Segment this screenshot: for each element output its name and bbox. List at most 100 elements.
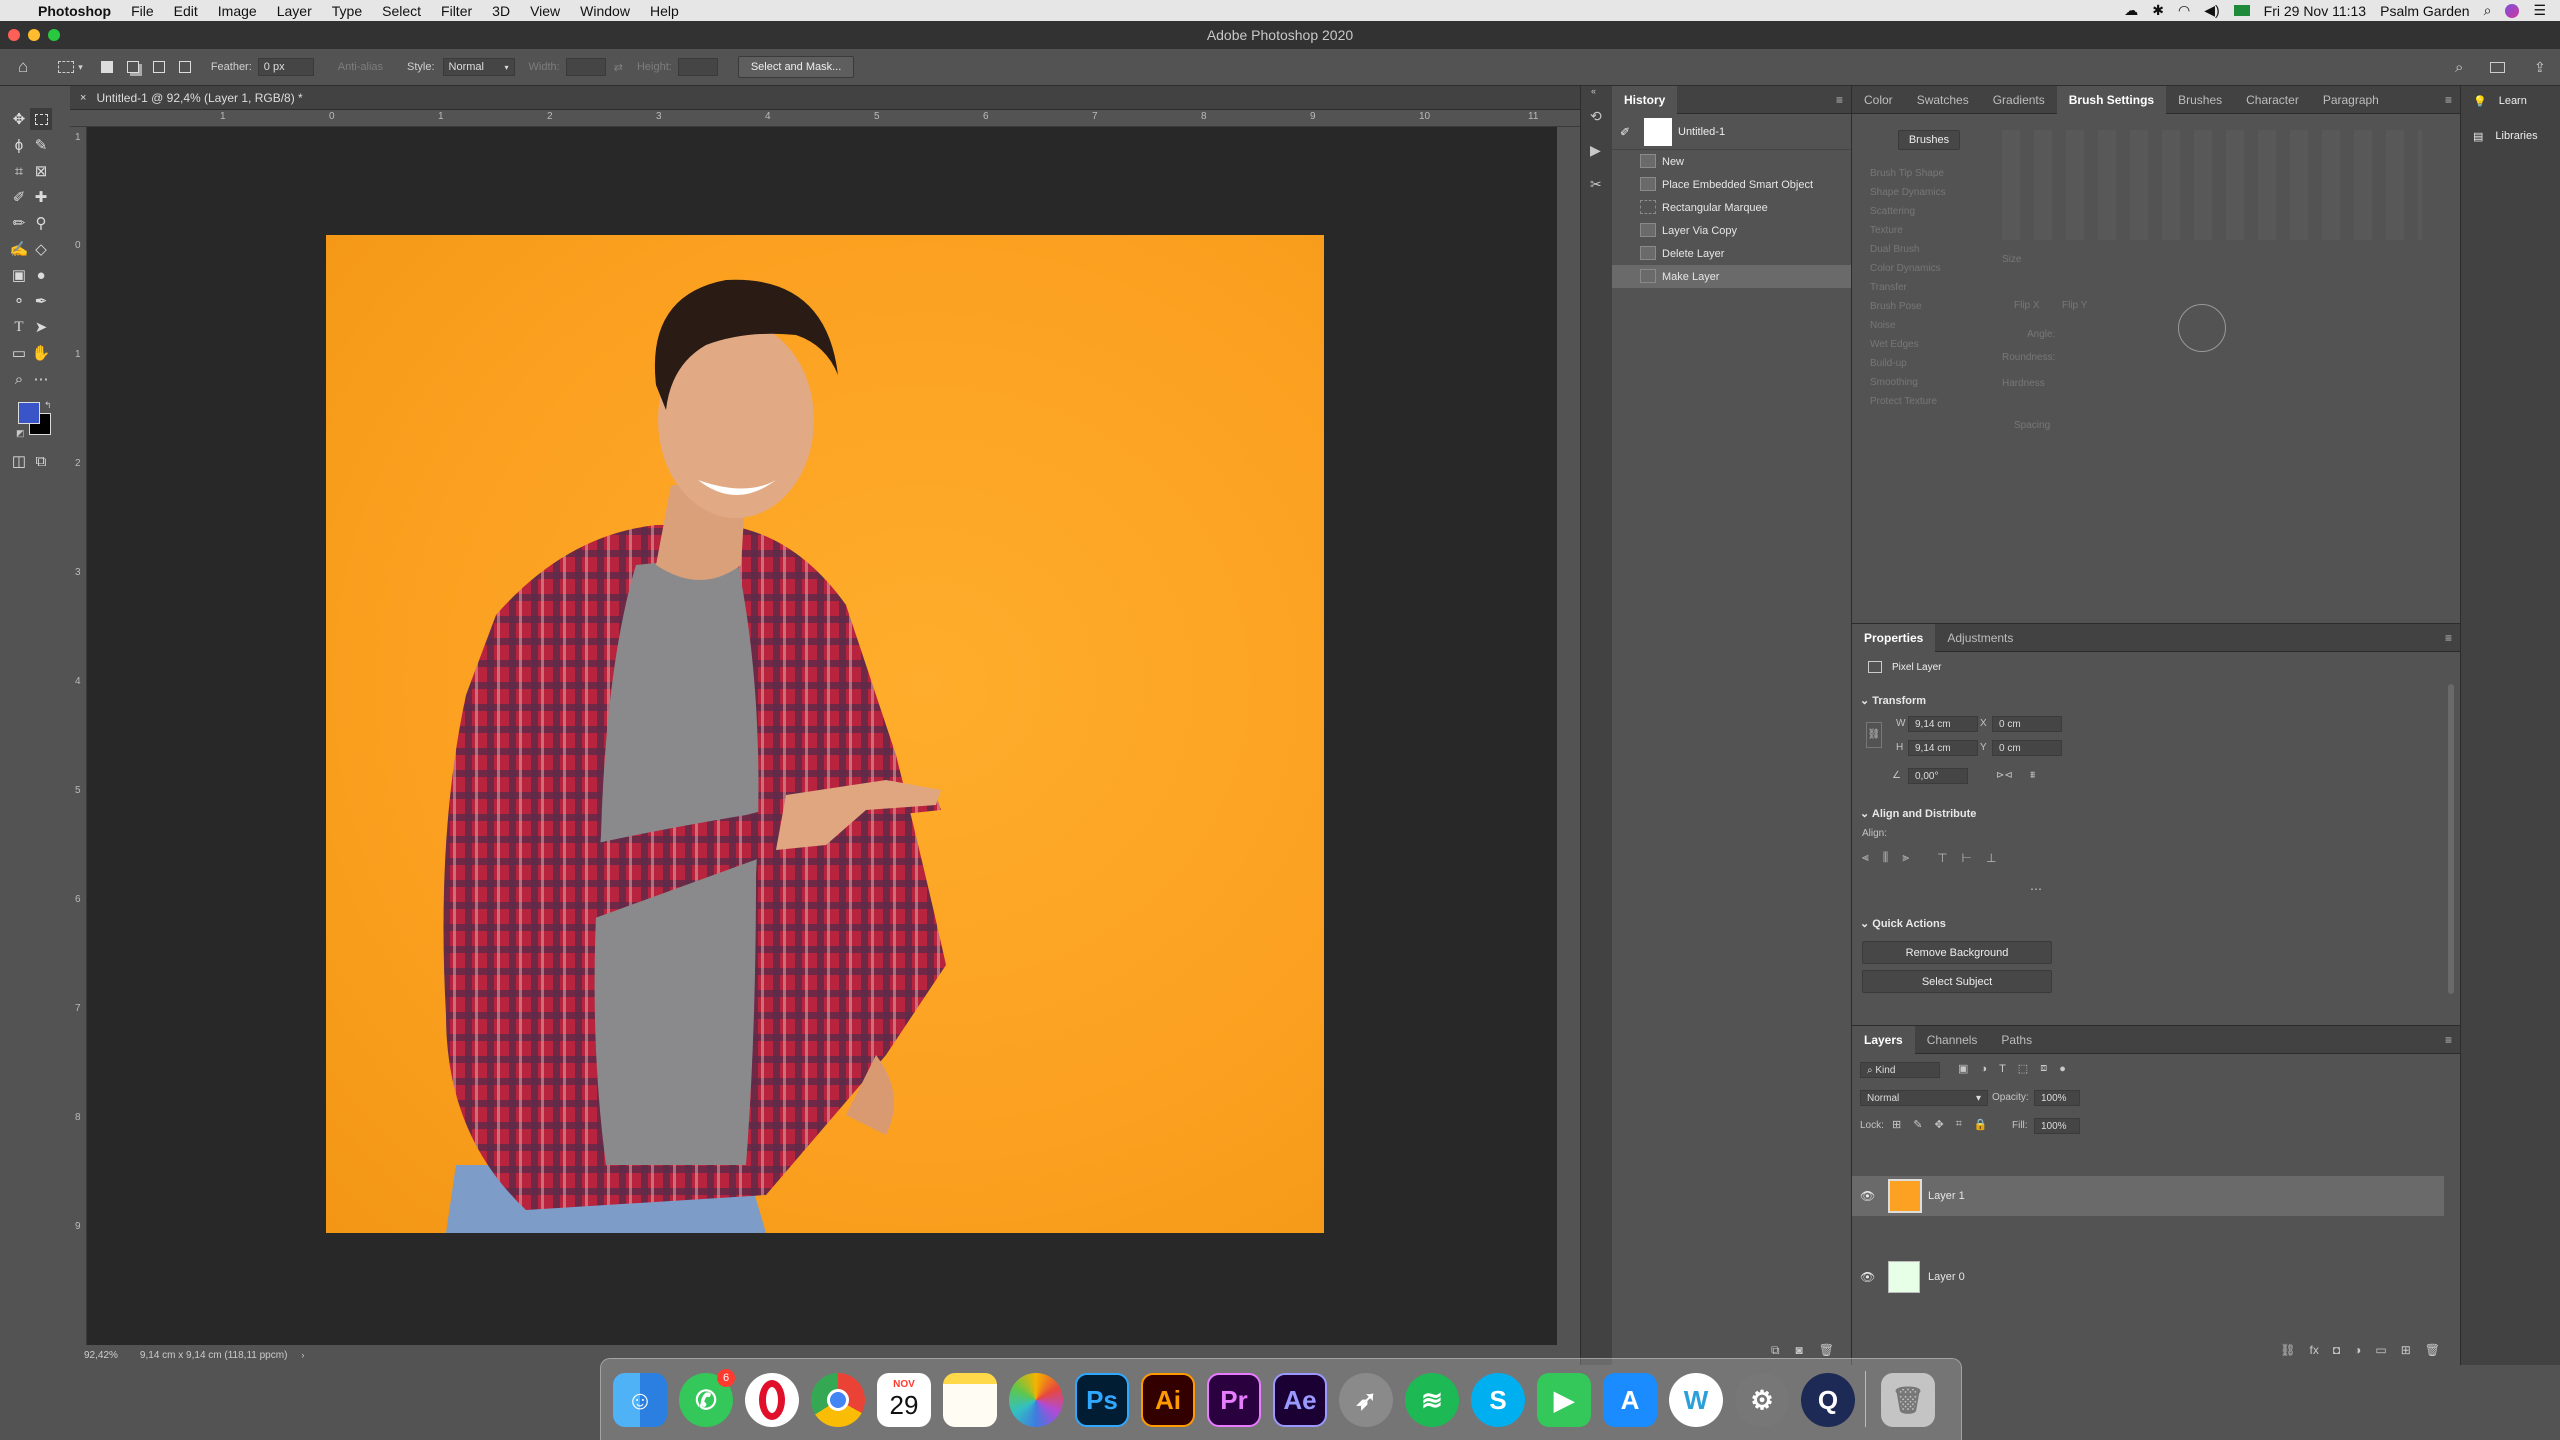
brush-tool-icon[interactable]: ✏ xyxy=(8,212,30,234)
document-canvas[interactable] xyxy=(326,235,1324,1233)
subtract-selection-icon[interactable] xyxy=(152,61,165,73)
default-colors-icon[interactable]: ◩ xyxy=(16,428,25,439)
select-subject-button[interactable]: Select Subject xyxy=(1862,970,2052,993)
history-item[interactable]: Layer Via Copy xyxy=(1612,219,1851,242)
lock-position-icon[interactable]: ✥ xyxy=(1934,1118,1943,1131)
brush-option[interactable]: Transfer xyxy=(1870,278,2050,297)
history-snapshot[interactable]: ✐ Untitled-1 xyxy=(1612,114,1851,150)
remove-background-button[interactable]: Remove Background xyxy=(1862,941,2052,964)
flip-horizontal-icon[interactable]: ⊳⊲ xyxy=(1996,770,2013,781)
share-icon[interactable]: ⇪ xyxy=(2534,59,2546,76)
intersect-selection-icon[interactable] xyxy=(178,61,191,73)
clock[interactable]: Fri 29 Nov 11:13 xyxy=(2264,3,2366,19)
foreground-color-swatch[interactable] xyxy=(18,402,40,424)
opacity-field[interactable]: 100% xyxy=(2034,1090,2080,1106)
menu-image[interactable]: Image xyxy=(218,3,257,19)
trash-icon[interactable]: 🗑 xyxy=(1819,1343,1834,1357)
select-and-mask-button[interactable]: Select and Mask... xyxy=(737,56,855,78)
quick-select-tool-icon[interactable]: ✎ xyxy=(30,134,52,156)
style-select[interactable]: Normal ▾ xyxy=(442,58,515,76)
premiere-icon[interactable]: Pr xyxy=(1207,1373,1261,1427)
search-icon[interactable]: ⌕ xyxy=(2455,59,2463,76)
panel-menu-icon[interactable]: ≡ xyxy=(2445,93,2452,107)
learn-button[interactable]: 💡 Learn xyxy=(2461,86,2560,116)
facetime-icon[interactable]: ▶ xyxy=(1537,1373,1591,1427)
photoshop-icon[interactable]: Ps xyxy=(1075,1373,1129,1427)
spotlight-icon[interactable]: ⌕ xyxy=(2484,2,2492,19)
frame-tool-icon[interactable]: ⊠ xyxy=(30,160,52,182)
close-document-icon[interactable]: × xyxy=(80,92,86,104)
eraser-tool-icon[interactable]: ◇ xyxy=(30,238,52,260)
menu-type[interactable]: Type xyxy=(332,3,362,19)
y-field[interactable]: 0 cm xyxy=(1992,740,2062,756)
tab-gradients[interactable]: Gradients xyxy=(1981,86,2057,114)
link-layers-icon[interactable]: ⛓ xyxy=(2280,1343,2295,1357)
illustrator-icon[interactable]: Ai xyxy=(1141,1373,1195,1427)
blur-tool-icon[interactable]: ● xyxy=(30,264,52,286)
shape-tool-icon[interactable]: ▭ xyxy=(8,342,30,364)
width-input[interactable] xyxy=(565,58,606,76)
lock-all-icon[interactable]: 🔒 xyxy=(1974,1118,1988,1131)
align-bottom-icon[interactable]: ⊥ xyxy=(1986,851,1996,865)
type-filter-icon[interactable]: T xyxy=(1999,1063,2006,1075)
skype-icon[interactable]: S xyxy=(1471,1373,1525,1427)
quick-actions-section-header[interactable]: ⌄ Quick Actions xyxy=(1860,917,1946,930)
lock-transparent-icon[interactable]: ⊞ xyxy=(1892,1118,1901,1131)
launchpad-icon[interactable]: ➶ xyxy=(1339,1373,1393,1427)
marquee-preset-icon[interactable] xyxy=(58,61,75,73)
tab-character[interactable]: Character xyxy=(2234,86,2311,114)
trash-icon[interactable]: 🗑 xyxy=(2425,1343,2440,1357)
antialias-checkbox-label[interactable]: Anti-alias xyxy=(338,61,383,73)
tab-paragraph[interactable]: Paragraph xyxy=(2311,86,2391,114)
eyedropper-tool-icon[interactable]: ✐ xyxy=(8,186,30,208)
tab-brush-settings[interactable]: Brush Settings xyxy=(2056,85,2167,114)
align-center-h-icon[interactable]: ⫼ xyxy=(1883,850,1889,865)
new-selection-icon[interactable] xyxy=(100,61,113,73)
history-item[interactable]: Delete Layer xyxy=(1612,242,1851,265)
trash-icon[interactable]: 🗑 xyxy=(1881,1373,1935,1427)
menu-window[interactable]: Window xyxy=(580,3,630,19)
adjustment-filter-icon[interactable]: ◑ xyxy=(1980,1063,1987,1075)
hand-tool-icon[interactable]: ✋ xyxy=(30,342,52,364)
tab-paths[interactable]: Paths xyxy=(1989,1026,2044,1054)
brush-option[interactable]: Noise xyxy=(1870,316,2050,335)
width-field[interactable]: 9,14 cm xyxy=(1908,716,1978,732)
history-brush-tool-icon[interactable]: ✍ xyxy=(8,238,30,260)
zoom-tool-icon[interactable]: ⌕ xyxy=(8,368,30,390)
creative-cloud-icon[interactable]: ☁ xyxy=(2124,2,2138,19)
new-layer-icon[interactable]: ⊞ xyxy=(2401,1343,2411,1357)
menu-view[interactable]: View xyxy=(530,3,560,19)
x-field[interactable]: 0 cm xyxy=(1992,716,2062,732)
history-item[interactable]: New xyxy=(1612,150,1851,173)
smart-object-filter-icon[interactable]: ⧈ xyxy=(2040,1062,2047,1075)
visibility-eye-icon[interactable]: 👁 xyxy=(1860,1189,1875,1203)
camera-icon[interactable]: ◙ xyxy=(1796,1343,1803,1357)
home-icon[interactable]: ⌂ xyxy=(18,57,28,77)
panel-menu-icon[interactable]: ≡ xyxy=(1836,93,1843,107)
align-right-icon[interactable]: ⫸ xyxy=(1902,850,1909,865)
zoom-level[interactable]: 92,42% xyxy=(84,1350,118,1361)
angle-field[interactable]: 0,00° xyxy=(1908,768,1968,784)
after-effects-icon[interactable]: Ae xyxy=(1273,1373,1327,1427)
ruler-horizontal[interactable]: 1 0 1 2 3 4 5 6 7 8 9 10 11 xyxy=(70,110,1580,127)
align-left-icon[interactable]: ⫷ xyxy=(1862,850,1869,865)
document-tab[interactable]: × Untitled-1 @ 92,4% (Layer 1, RGB/8) * xyxy=(70,86,1580,110)
layer-kind-filter[interactable]: ⌕ Kind xyxy=(1860,1062,1940,1078)
screen-mode-icon[interactable]: ⧉ xyxy=(30,450,52,472)
menu-help[interactable]: Help xyxy=(650,3,679,19)
more-options-icon[interactable]: ⋯ xyxy=(2030,882,2042,896)
quick-mask-icon[interactable]: ◫ xyxy=(8,450,30,472)
flip-y-checkbox[interactable]: Flip Y xyxy=(2062,300,2087,311)
tab-history[interactable]: History xyxy=(1612,85,1678,114)
stamp-tool-icon[interactable]: ⚲ xyxy=(30,212,52,234)
gradient-tool-icon[interactable]: ▣ xyxy=(8,264,30,286)
brush-option[interactable]: Color Dynamics xyxy=(1870,259,2050,278)
add-selection-icon[interactable] xyxy=(126,61,139,73)
tab-swatches[interactable]: Swatches xyxy=(1905,86,1981,114)
panel-menu-icon[interactable]: ≡ xyxy=(2445,631,2452,645)
history-item[interactable]: Place Embedded Smart Object xyxy=(1612,173,1851,196)
filter-toggle-icon[interactable]: ● xyxy=(2059,1063,2066,1075)
fill-field[interactable]: 100% xyxy=(2034,1118,2080,1134)
tab-properties[interactable]: Properties xyxy=(1852,623,1936,652)
libraries-button[interactable]: ▤ Libraries xyxy=(2461,116,2560,156)
